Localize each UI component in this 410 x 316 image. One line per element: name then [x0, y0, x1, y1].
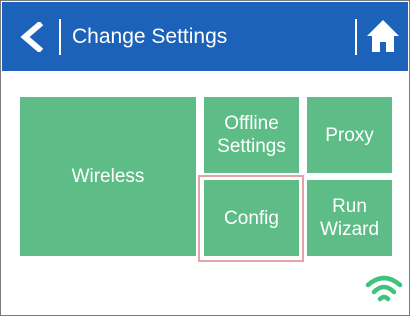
- offline-settings-label: Offline Settings: [217, 113, 286, 157]
- wireless-label: Wireless: [71, 166, 145, 187]
- page-title: Change Settings: [72, 25, 228, 48]
- header-bar: Change Settings: [2, 2, 408, 71]
- proxy-tile[interactable]: Proxy: [307, 97, 392, 173]
- wifi-icon: [365, 275, 403, 302]
- proxy-label: Proxy: [325, 124, 374, 146]
- offline-settings-tile[interactable]: Offline Settings: [204, 97, 299, 173]
- settings-screen: Change Settings Wireless Offline Setting…: [0, 0, 410, 316]
- home-button[interactable]: [358, 2, 408, 71]
- back-button[interactable]: [2, 2, 60, 71]
- run-wizard-label: Run Wizard: [319, 196, 380, 240]
- back-arrow-icon: [20, 22, 44, 52]
- header-divider: [355, 19, 357, 55]
- config-tile[interactable]: Config: [204, 180, 299, 256]
- run-wizard-tile[interactable]: Run Wizard: [307, 180, 392, 256]
- config-label: Config: [224, 207, 279, 229]
- home-icon: [367, 20, 399, 52]
- header-divider: [59, 19, 61, 55]
- wireless-tile[interactable]: Wireless: [20, 97, 196, 256]
